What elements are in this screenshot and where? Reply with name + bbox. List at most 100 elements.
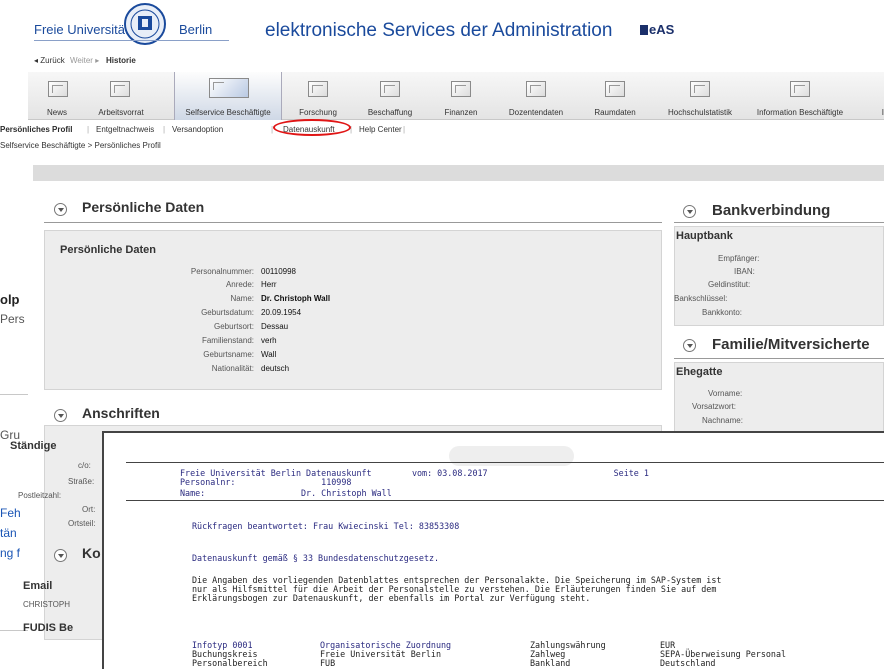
back-window-link[interactable]: tän: [0, 526, 17, 540]
collapse-toggle-icon[interactable]: [54, 549, 67, 562]
collapse-toggle-icon[interactable]: [683, 339, 696, 352]
content-header-bar: [33, 165, 884, 181]
panel-title-familie: Familie/Mitversicherte: [712, 336, 870, 353]
folder-icon: [790, 81, 810, 97]
field-value: verh: [261, 336, 277, 345]
nav-label: Selfservice Beschäftigte: [185, 108, 271, 117]
highlight-circle: [273, 119, 351, 136]
nav-item-beschaffung[interactable]: Beschaffung: [354, 72, 426, 120]
nav-label: Raumdaten: [594, 108, 636, 117]
folder-icon: [526, 81, 546, 97]
table-cell: Deutschland: [660, 658, 716, 668]
field-label: IBAN:: [734, 267, 755, 276]
field-label: Geburtsort:: [213, 322, 254, 331]
field-label: Anrede:: [225, 280, 254, 289]
fu-name-left: Freie Universität: [34, 22, 129, 37]
back-window-heading: olp: [0, 292, 20, 307]
back-link[interactable]: ◂ Zurück: [34, 56, 65, 65]
folder-icon: [48, 81, 68, 97]
doc-rueckfragen: Rückfragen beantwortet: Frau Kwiecinski …: [192, 521, 460, 531]
field-label: Vorname:: [708, 389, 743, 398]
field-value: 00110998: [261, 267, 296, 276]
collapse-toggle-icon[interactable]: [54, 203, 67, 216]
nav-item-hochschulstatistik[interactable]: Hochschulstatistik: [654, 72, 746, 120]
field-label: Bankkonto:: [702, 308, 743, 317]
table-cell: FUB: [320, 658, 336, 668]
nav-item-news[interactable]: News: [28, 72, 86, 120]
subnav-entgeltnachweis[interactable]: Entgeltnachweis: [96, 125, 154, 134]
doc-paragraph-line: Erklärungsbogen zur Datenauskunft, der e…: [192, 593, 591, 603]
field-row: Nationalität: deutsch: [88, 364, 488, 377]
nav-item-selfservice[interactable]: Selfservice Beschäftigte: [174, 72, 282, 120]
divider: [674, 222, 884, 223]
nav-item-raumdaten[interactable]: Raumdaten: [576, 72, 654, 120]
divider: [126, 500, 884, 501]
popup-shadow: [449, 446, 574, 466]
back-window-link[interactable]: Feh: [0, 506, 21, 520]
breadcrumb: Selfservice Beschäftigte > Persönliches …: [0, 141, 161, 150]
history-link[interactable]: Historie: [106, 56, 136, 65]
subnav-separator: |: [403, 125, 406, 134]
field-label: Name:: [230, 294, 254, 303]
field-label: Geldinstitut:: [708, 280, 751, 289]
divider: [44, 222, 662, 223]
eas-logo: eAS: [640, 22, 674, 37]
nav-label: Forschung: [299, 108, 337, 117]
back-window-link[interactable]: ng f: [0, 546, 20, 560]
field-value: Dr. Christoph Wall: [261, 294, 331, 303]
nav-item-overflow[interactable]: I: [854, 72, 884, 120]
folder-icon: [380, 81, 400, 97]
collapse-toggle-icon[interactable]: [683, 205, 696, 218]
field-row: Geburtsname: Wall: [88, 350, 488, 363]
doc-personalnr: Personalnr: 110998: [180, 477, 352, 487]
field-value: 20.09.1954: [261, 308, 302, 317]
field-value: Herr: [261, 280, 277, 289]
subnav-versandoption[interactable]: Versandoption: [172, 125, 223, 134]
email-value: CHRISTOPH: [23, 600, 70, 609]
folder-icon: [605, 81, 625, 97]
subnav-separator: |: [87, 125, 90, 134]
nav-item-arbeitsvorrat[interactable]: Arbeitsvorrat: [86, 72, 156, 120]
field-value: Wall: [261, 350, 277, 359]
panel-title-persoenliche-daten: Persönliche Daten: [82, 199, 205, 215]
eas-mark-icon: [640, 25, 648, 35]
folder-open-icon: [209, 78, 249, 98]
subnav-separator: |: [163, 125, 166, 134]
nav-item-finanzen[interactable]: Finanzen: [426, 72, 496, 120]
field-label: Ortsteil:: [68, 519, 96, 528]
field-label: Ort:: [82, 505, 96, 514]
field-label: Empfänger:: [718, 254, 760, 263]
datenauskunft-document: Freie Universität Berlin Datenauskunft v…: [102, 431, 884, 669]
eas-logo-text: eAS: [649, 22, 675, 37]
nav-item-dozentendaten[interactable]: Dozentendaten: [496, 72, 576, 120]
nav-item-forschung[interactable]: Forschung: [282, 72, 354, 120]
divider: [34, 40, 229, 41]
nav-item-information[interactable]: Information Beschäftigte: [746, 72, 854, 120]
field-row: Geburtsort: Dessau: [88, 322, 488, 335]
fu-name-right: Berlin: [179, 22, 213, 37]
field-label: Nationalität:: [211, 364, 254, 373]
nav-label: I: [881, 108, 884, 117]
collapse-toggle-icon[interactable]: [54, 409, 67, 422]
email-heading: Email: [23, 580, 53, 592]
subnav-persoenliches-profil[interactable]: Persönliches Profil: [0, 125, 72, 134]
subnav-help-center[interactable]: Help Center: [359, 125, 402, 134]
field-row: Familienstand: verh: [88, 336, 488, 349]
forward-link[interactable]: Weiter ▸: [70, 56, 99, 65]
nav-label: Arbeitsvorrat: [98, 108, 144, 117]
field-value: Dessau: [261, 322, 289, 331]
field-label: Familienstand:: [201, 336, 254, 345]
field-label: Geburtsdatum:: [201, 308, 254, 317]
portal-header: Freie Universität Berlin elektronische S…: [28, 0, 884, 50]
divider: [126, 462, 884, 463]
field-label: Personalnummer:: [190, 267, 254, 276]
top-navigation: News Arbeitsvorrat Selfservice Beschäfti…: [28, 72, 884, 120]
nav-label: Finanzen: [444, 108, 478, 117]
table-cell: Freie Universität Berlin: [320, 649, 442, 659]
field-value: deutsch: [261, 364, 290, 373]
folder-icon: [690, 81, 710, 97]
folder-icon: [110, 81, 130, 97]
nav-label: Dozentendaten: [508, 108, 564, 117]
nav-label: Hochschulstatistik: [667, 108, 733, 117]
divider: [674, 358, 884, 359]
